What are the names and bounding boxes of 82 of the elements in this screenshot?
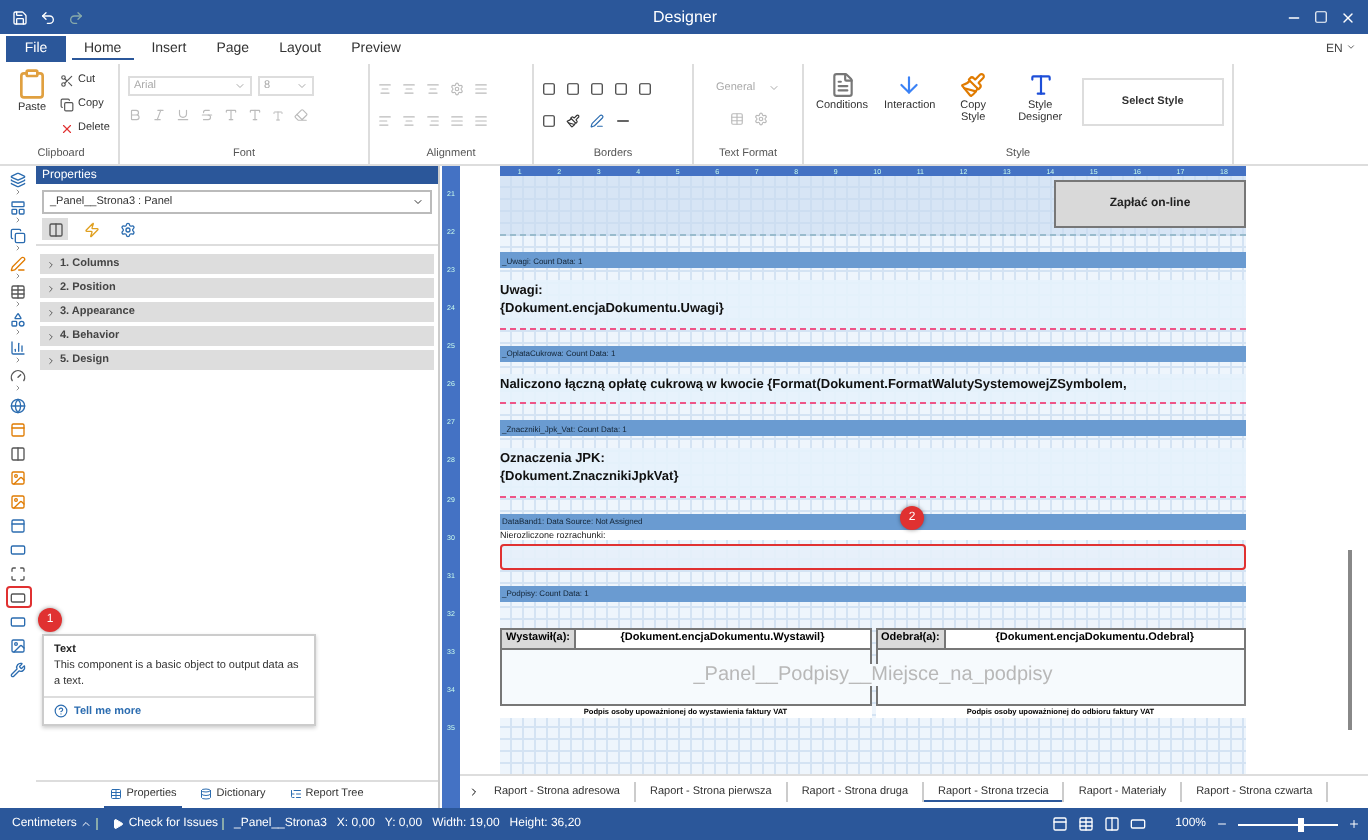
database-icon (200, 788, 213, 800)
wrench-icon (10, 661, 26, 677)
save-icon[interactable] (12, 9, 28, 25)
component-button[interactable] (5, 310, 31, 328)
gauge-icon (10, 367, 26, 383)
selected-text-component[interactable] (500, 543, 1246, 570)
shapes-icon (10, 311, 26, 327)
component-button[interactable] (5, 442, 31, 464)
delete-icon (60, 121, 74, 135)
letter-icon (1027, 72, 1054, 98)
view-icon[interactable] (1051, 816, 1068, 832)
settings-icon (119, 221, 135, 237)
component-button[interactable] (5, 198, 31, 216)
copy-icon (10, 227, 26, 243)
component-button[interactable] (5, 366, 31, 384)
panel-icon (10, 199, 26, 215)
properties-view-button[interactable] (42, 218, 68, 240)
pen-icon (10, 255, 26, 271)
zoom-in-icon[interactable] (1348, 818, 1360, 830)
table-icon (10, 283, 26, 299)
maximize-icon[interactable] (1314, 10, 1328, 24)
caret-icon (234, 80, 246, 92)
table-icon (110, 788, 123, 800)
image-icon (10, 493, 26, 509)
component-button[interactable] (5, 562, 31, 584)
border-icons (542, 78, 652, 100)
component-button[interactable] (5, 586, 31, 608)
chevron-icon (46, 331, 56, 341)
caret-icon (296, 80, 308, 92)
image-icon (10, 469, 26, 485)
undo-icon[interactable] (40, 9, 56, 25)
band-icon (10, 421, 26, 437)
clipboard-icon (16, 68, 48, 100)
play-icon (112, 818, 125, 830)
scroll-tabs-icon[interactable] (468, 786, 480, 798)
scissors-icon (60, 73, 74, 87)
layers-icon (10, 171, 26, 187)
columns-icon (10, 445, 26, 461)
component-button[interactable] (5, 394, 31, 416)
chevron-icon (46, 355, 56, 365)
chevron-icon (46, 259, 56, 269)
text-box-icon (10, 589, 26, 605)
globe-icon (10, 397, 26, 413)
format-icons (729, 108, 767, 130)
bar-chart-icon (10, 339, 26, 355)
alignment-icons (378, 110, 488, 132)
image-icon (10, 637, 26, 653)
paintbrush-icon (960, 72, 987, 98)
view-icon[interactable] (1129, 816, 1146, 832)
caret-icon (412, 196, 424, 208)
caret-icon (1346, 42, 1356, 52)
component-button[interactable] (5, 282, 31, 300)
component-button[interactable] (5, 514, 31, 536)
window-title: Designer (650, 8, 719, 26)
tree-icon (289, 788, 302, 800)
rectangle-icon (10, 541, 26, 557)
view-icon[interactable] (1103, 816, 1120, 832)
caret-icon (768, 82, 780, 94)
zoom-thumb[interactable] (1298, 817, 1304, 831)
help-icon (54, 704, 68, 719)
border-style-icons (542, 110, 632, 132)
chevron-icon (46, 283, 56, 293)
view-icon[interactable] (1077, 816, 1094, 832)
alignment-icons (378, 78, 488, 100)
panel-name: _Panel__Podpisy__Miejsce_na_podpisy (687, 663, 1059, 686)
component-button[interactable] (5, 226, 31, 244)
columns-icon (47, 221, 63, 237)
close-icon[interactable] (1340, 9, 1356, 25)
chevron-icon (46, 307, 56, 317)
arrow-down-icon (896, 72, 923, 98)
band-icon (10, 517, 26, 533)
component-button[interactable] (5, 634, 31, 656)
redo-icon[interactable] (68, 9, 84, 25)
copy-icon (60, 97, 74, 111)
document-icon (829, 72, 855, 98)
lightning-icon (83, 221, 99, 237)
zoom-out-icon[interactable] (1216, 818, 1228, 830)
rectangle-icon (10, 613, 26, 629)
component-button[interactable] (5, 170, 31, 188)
frame-icon (10, 565, 26, 581)
component-button[interactable] (5, 658, 31, 680)
caret-icon (80, 818, 93, 830)
